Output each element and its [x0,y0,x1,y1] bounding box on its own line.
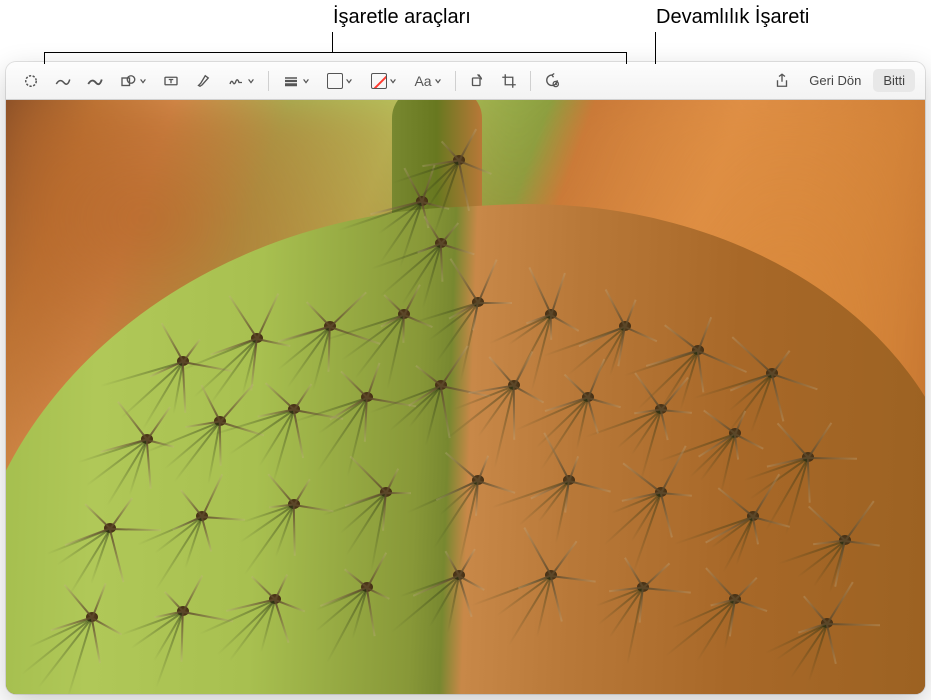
spine-cluster [649,480,673,504]
sketch-icon [54,72,72,90]
continuity-markup-icon [543,72,561,90]
spine-cluster [741,504,765,528]
chevron-down-icon [345,77,353,85]
rotate-button[interactable] [462,68,492,94]
spine-cluster [447,563,471,587]
spine-cluster [190,504,214,528]
chevron-down-icon [247,77,255,85]
spine-cluster [613,314,637,338]
selection-tool-button[interactable] [16,68,46,94]
sign-tool-button[interactable] [220,68,262,94]
chevron-down-icon [139,77,147,85]
border-color-button[interactable] [319,68,361,94]
spine-cluster [686,338,710,362]
spine-cluster [282,492,306,516]
sketch-tool-button[interactable] [48,68,78,94]
toolbar-separator [530,71,531,91]
chevron-down-icon [302,77,310,85]
markup-window: Aa [6,62,925,694]
spine-cluster [649,397,673,421]
rotate-icon [468,72,486,90]
callout-line [332,52,627,53]
markup-tools-callout-label: İşaretle araçları [333,6,471,29]
continuity-callout-label: Devamlılık İşareti [656,6,809,29]
spine-cluster [833,528,857,552]
text-style-button[interactable]: Aa [407,68,449,94]
selection-icon [22,72,40,90]
cactus-image [6,100,925,694]
continuity-markup-button[interactable] [537,68,567,94]
highlight-tool-button[interactable] [188,68,218,94]
draw-tool-button[interactable] [80,68,110,94]
shape-style-icon [282,72,300,90]
shapes-tool-button[interactable] [112,68,154,94]
spine-cluster [502,373,526,397]
spine-cluster [815,611,839,635]
fill-color-button[interactable] [363,68,405,94]
spine-cluster [539,563,563,587]
callout-line [44,52,333,53]
spine-cluster [98,516,122,540]
spine-cluster [263,587,287,611]
sign-icon [227,72,245,90]
spine-cluster [171,599,195,623]
callout-line [44,52,45,64]
revert-button[interactable]: Geri Dön [799,69,871,92]
spine-cluster [245,326,269,350]
spine-cluster [466,290,490,314]
spine-cluster [447,148,471,172]
shapes-icon [119,72,137,90]
spine-cluster [631,575,655,599]
text-tool-button[interactable] [156,68,186,94]
highlight-icon [194,72,212,90]
spine-cluster [429,373,453,397]
spine-cluster [355,385,379,409]
text-style-label: Aa [414,73,431,89]
toolbar-separator [455,71,456,91]
spine-cluster [355,575,379,599]
spine-cluster [374,480,398,504]
spine-cluster [760,361,784,385]
draw-icon [86,72,104,90]
shape-style-button[interactable] [275,68,317,94]
chevron-down-icon [434,77,442,85]
spine-cluster [80,605,104,629]
share-icon [773,72,791,90]
markup-toolbar: Aa [6,62,925,100]
spine-cluster [539,302,563,326]
spine-cluster [796,445,820,469]
spine-cluster [576,385,600,409]
spine-cluster [466,468,490,492]
spine-cluster [429,231,453,255]
fill-color-swatch [371,73,387,89]
crop-icon [500,72,518,90]
toolbar-separator [268,71,269,91]
chevron-down-icon [389,77,397,85]
share-button[interactable] [767,68,797,94]
image-canvas[interactable] [6,100,925,694]
spine-cluster [557,468,581,492]
crop-button[interactable] [494,68,524,94]
spine-cluster [723,587,747,611]
border-color-swatch [327,73,343,89]
callout-line [626,52,627,64]
text-icon [162,72,180,90]
annotation-callouts: İşaretle araçları Devamlılık İşareti [0,0,931,58]
done-button[interactable]: Bitti [873,69,915,92]
callout-line [655,32,656,64]
callout-line [332,32,333,52]
spine-cluster [723,421,747,445]
